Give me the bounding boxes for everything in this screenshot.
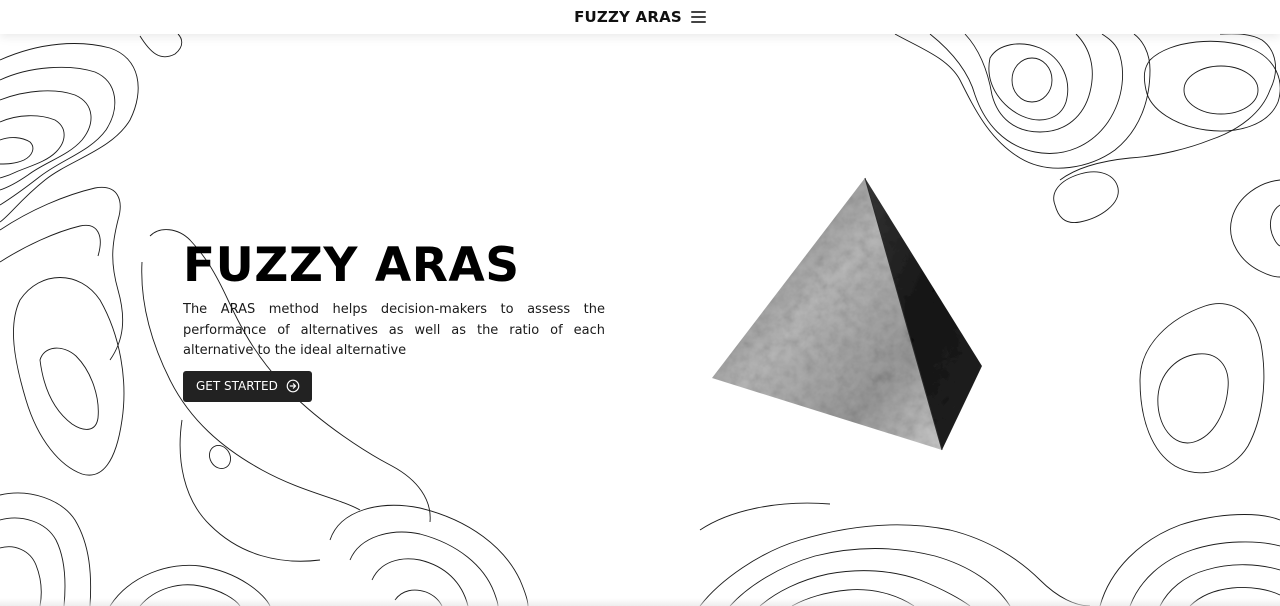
top-navbar: FUZZY ARAS <box>0 0 1280 34</box>
hero-title: FUZZY ARAS <box>183 238 520 293</box>
arrow-right-circle-icon <box>286 379 300 393</box>
hero-section: FUZZY ARAS The ARAS method helps decisio… <box>183 236 605 402</box>
brand-logo-text[interactable]: FUZZY ARAS <box>574 8 682 26</box>
bottom-edge-shadow <box>0 598 1280 606</box>
pyramid-illustration <box>712 177 982 451</box>
landing-page: FUZZY ARAS FUZZY ARAS The ARAS method he… <box>0 0 1280 606</box>
hero-description: The ARAS method helps decision-makers to… <box>183 302 605 358</box>
get-started-button[interactable]: GET STARTED <box>183 370 312 402</box>
get-started-label: GET STARTED <box>196 379 278 393</box>
hamburger-menu-icon[interactable] <box>690 11 706 23</box>
